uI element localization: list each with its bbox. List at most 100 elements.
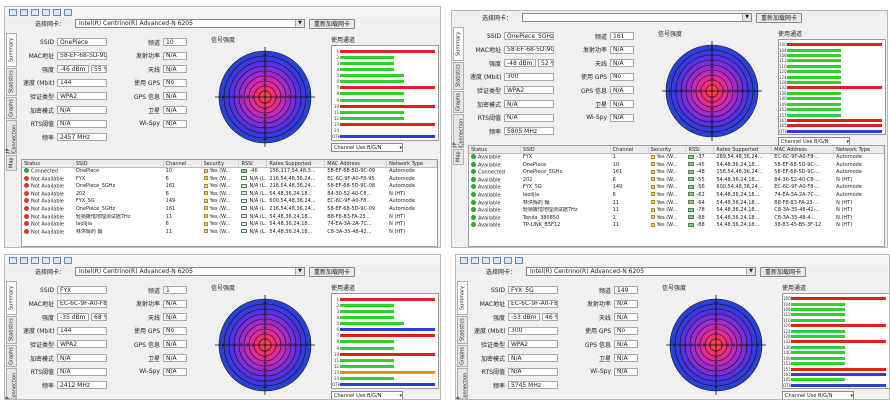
chevron-down-icon[interactable]: ▾ xyxy=(399,393,402,399)
adapter-select[interactable]: Intel(R) Centrino(R) Advanced-N 6205 ▼ xyxy=(75,267,305,276)
table-row[interactable]: Not Available 林洪辉的 翰 11 Yes (W... N/A (L...5… xyxy=(22,228,437,237)
table-row[interactable]: Not Available FYX 6 Yes (W... N/A (L...216,5… xyxy=(22,175,437,184)
refresh-adapter-button[interactable]: 重新加载网卡 xyxy=(309,266,356,277)
column-header-security[interactable]: Security xyxy=(202,160,240,167)
cell-rates: 54,48,36,24,18... xyxy=(716,191,760,198)
table-row[interactable]: Available 202 6 Yes (W... -55 54,48,36,24,18.… xyxy=(469,176,884,185)
save-icon[interactable] xyxy=(31,8,39,16)
channel-label: 12 xyxy=(333,116,339,122)
channel-bar xyxy=(787,118,882,122)
column-header-network-type[interactable]: Network Type xyxy=(387,160,437,167)
adapter-select[interactable]: Intel(R) Centrino(R) Advanced-N 6205 ▼ xyxy=(75,19,305,28)
table-row[interactable]: Available OnePiece 10 Yes (W... -45 54,48,36,… xyxy=(469,161,884,170)
column-header-rates-supported[interactable]: Rates Supported xyxy=(714,146,773,153)
table-row[interactable]: Available TP-LINK_B5F12 11 Yes (W... -88 54,4… xyxy=(469,222,884,230)
gps-icon[interactable] xyxy=(493,256,501,264)
tab-summary[interactable]: Summary xyxy=(457,281,468,315)
label-freq: 频率 xyxy=(488,128,501,136)
help-icon[interactable] xyxy=(64,256,72,264)
table-row[interactable]: Not Available OnePiece_5GHz 161 Yes (W... N/… xyxy=(22,205,437,214)
table-row[interactable]: Available 林洪辉的 翰 11 Yes (W... -64 54,48,36,24… xyxy=(469,199,884,208)
tab-map[interactable]: Map xyxy=(453,149,464,165)
tab-summary[interactable]: Summary xyxy=(6,281,17,315)
channel-use-select[interactable]: Channel Use B/G/N ▾ xyxy=(331,143,403,152)
tab-ip-connection[interactable]: IP Connection xyxy=(6,120,18,154)
chevron-down-icon[interactable]: ▼ xyxy=(746,268,755,275)
table-row[interactable]: Not Available OnePiece_5GHz 161 Yes (W... N/… xyxy=(22,183,437,191)
chevron-down-icon[interactable]: ▼ xyxy=(295,268,304,275)
tab-graphs[interactable]: Graphs xyxy=(6,97,17,119)
column-header-status[interactable]: Status xyxy=(469,146,521,153)
save-icon[interactable] xyxy=(482,256,490,264)
settings-icon[interactable] xyxy=(53,8,61,16)
open-icon[interactable] xyxy=(20,8,28,16)
chevron-down-icon[interactable]: ▾ xyxy=(850,393,853,399)
column-header-status[interactable]: Status xyxy=(22,160,74,167)
info-row-use-gps: 使用 GPS No xyxy=(580,72,634,82)
channel-use-select[interactable]: Channel Use B/G/N ▾ xyxy=(782,391,854,399)
status-text: Not Available xyxy=(31,221,64,228)
column-header-rssi[interactable]: RSSI xyxy=(239,160,268,167)
cell-security: Yes (W... xyxy=(649,169,687,177)
table-row[interactable]: Not Available 202 6 Yes (W... N/A (L...54,48… xyxy=(22,190,437,199)
tab-ip-connection[interactable]: IP Connection xyxy=(6,368,18,399)
column-header-rates-supported[interactable]: Rates Supported xyxy=(267,160,326,167)
adapter-select[interactable]: Intel(R) Centrino(R) Advanced-N 6205 ▼ xyxy=(526,267,756,276)
table-row[interactable]: Connected OnePiece 10 Yes (W... -46 156,117,5… xyxy=(22,168,437,176)
column-header-network-type[interactable]: Network Type xyxy=(834,146,884,153)
app-icon[interactable] xyxy=(9,8,17,16)
gps-icon[interactable] xyxy=(42,8,50,16)
column-header-ssid[interactable]: SSID xyxy=(74,160,164,167)
tab-graphs[interactable]: Graphs xyxy=(453,91,464,113)
security-text: Yes (W... xyxy=(209,205,231,212)
refresh-adapter-button[interactable]: 重新加载网卡 xyxy=(760,266,807,277)
table-row[interactable]: Available FYX_5G 149 Yes (W... -56 600,54,48,… xyxy=(469,184,884,192)
open-icon[interactable] xyxy=(20,256,28,264)
column-header-channel[interactable]: Channel xyxy=(164,160,202,167)
help-icon[interactable] xyxy=(64,8,72,16)
tab-statistics[interactable]: Statistics xyxy=(6,316,17,344)
table-row[interactable]: Not Available FYX_5G 149 Yes (W... N/A (L...… xyxy=(22,198,437,206)
table-row[interactable]: Available Tenda_380850 1 Yes (W... -88 54,48,… xyxy=(469,214,884,223)
tab-graphs[interactable]: Graphs xyxy=(457,345,468,367)
table-row[interactable]: Available laolijia 6 Yes (W... -62 54,48,36,2… xyxy=(469,191,884,200)
table-row[interactable]: Available FYX 1 Yes (W... -37 289,54,48,36,24… xyxy=(469,154,884,162)
table-row[interactable]: Available 轻锁撒惜地理测试据7Hz 11 Yes (W... -78 54,48… xyxy=(469,207,884,215)
table-row[interactable]: Not Available 轻锁撒惜地理测试据7Hz 11 Yes (W... N/A … xyxy=(22,213,437,222)
refresh-adapter-button[interactable]: 重新加载网卡 xyxy=(756,12,803,23)
tab-statistics[interactable]: Statistics xyxy=(6,68,17,96)
column-header-ssid[interactable]: SSID xyxy=(521,146,611,153)
tab-map[interactable]: Map xyxy=(6,155,17,171)
table-row[interactable]: Connected OnePiece_5GHz 161 Yes (W... -48 156… xyxy=(469,169,884,177)
chevron-down-icon[interactable]: ▼ xyxy=(742,14,751,21)
tab-summary[interactable]: Summary xyxy=(6,33,17,67)
settings-icon[interactable] xyxy=(504,256,512,264)
settings-icon[interactable] xyxy=(53,256,61,264)
tab-statistics[interactable]: Statistics xyxy=(453,62,464,90)
tab-summary[interactable]: Summary xyxy=(453,27,464,61)
channel-use-select[interactable]: Channel Use B/G/N ▾ xyxy=(331,391,403,399)
app-icon[interactable] xyxy=(9,256,17,264)
tab-statistics[interactable]: Statistics xyxy=(457,316,468,344)
help-icon[interactable] xyxy=(515,256,523,264)
column-header-mac-address[interactable]: MAC Address xyxy=(772,146,835,153)
tab-ip-connection[interactable]: IP Connection xyxy=(453,114,465,148)
tab-ip-connection[interactable]: IP Connection xyxy=(457,368,469,399)
app-icon[interactable] xyxy=(460,256,468,264)
gps-icon[interactable] xyxy=(42,256,50,264)
tab-graphs[interactable]: Graphs xyxy=(6,345,17,367)
cell-status: Not Available xyxy=(22,213,74,222)
save-icon[interactable] xyxy=(31,256,39,264)
refresh-adapter-button[interactable]: 重新加载网卡 xyxy=(309,18,356,29)
column-header-mac-address[interactable]: MAC Address xyxy=(325,160,388,167)
column-header-security[interactable]: Security xyxy=(649,146,687,153)
column-header-channel[interactable]: Channel xyxy=(611,146,649,153)
chevron-down-icon[interactable]: ▾ xyxy=(846,139,849,145)
adapter-select[interactable]: ▼ xyxy=(522,13,752,22)
chevron-down-icon[interactable]: ▾ xyxy=(399,145,402,151)
cell-rates: 54,48,36,24,18... xyxy=(716,207,760,214)
table-row[interactable]: Not Available laolijia 6 Yes (W... N/A (L...… xyxy=(22,221,437,229)
open-icon[interactable] xyxy=(471,256,479,264)
column-header-rssi[interactable]: RSSI xyxy=(686,146,715,153)
chevron-down-icon[interactable]: ▼ xyxy=(295,20,304,27)
